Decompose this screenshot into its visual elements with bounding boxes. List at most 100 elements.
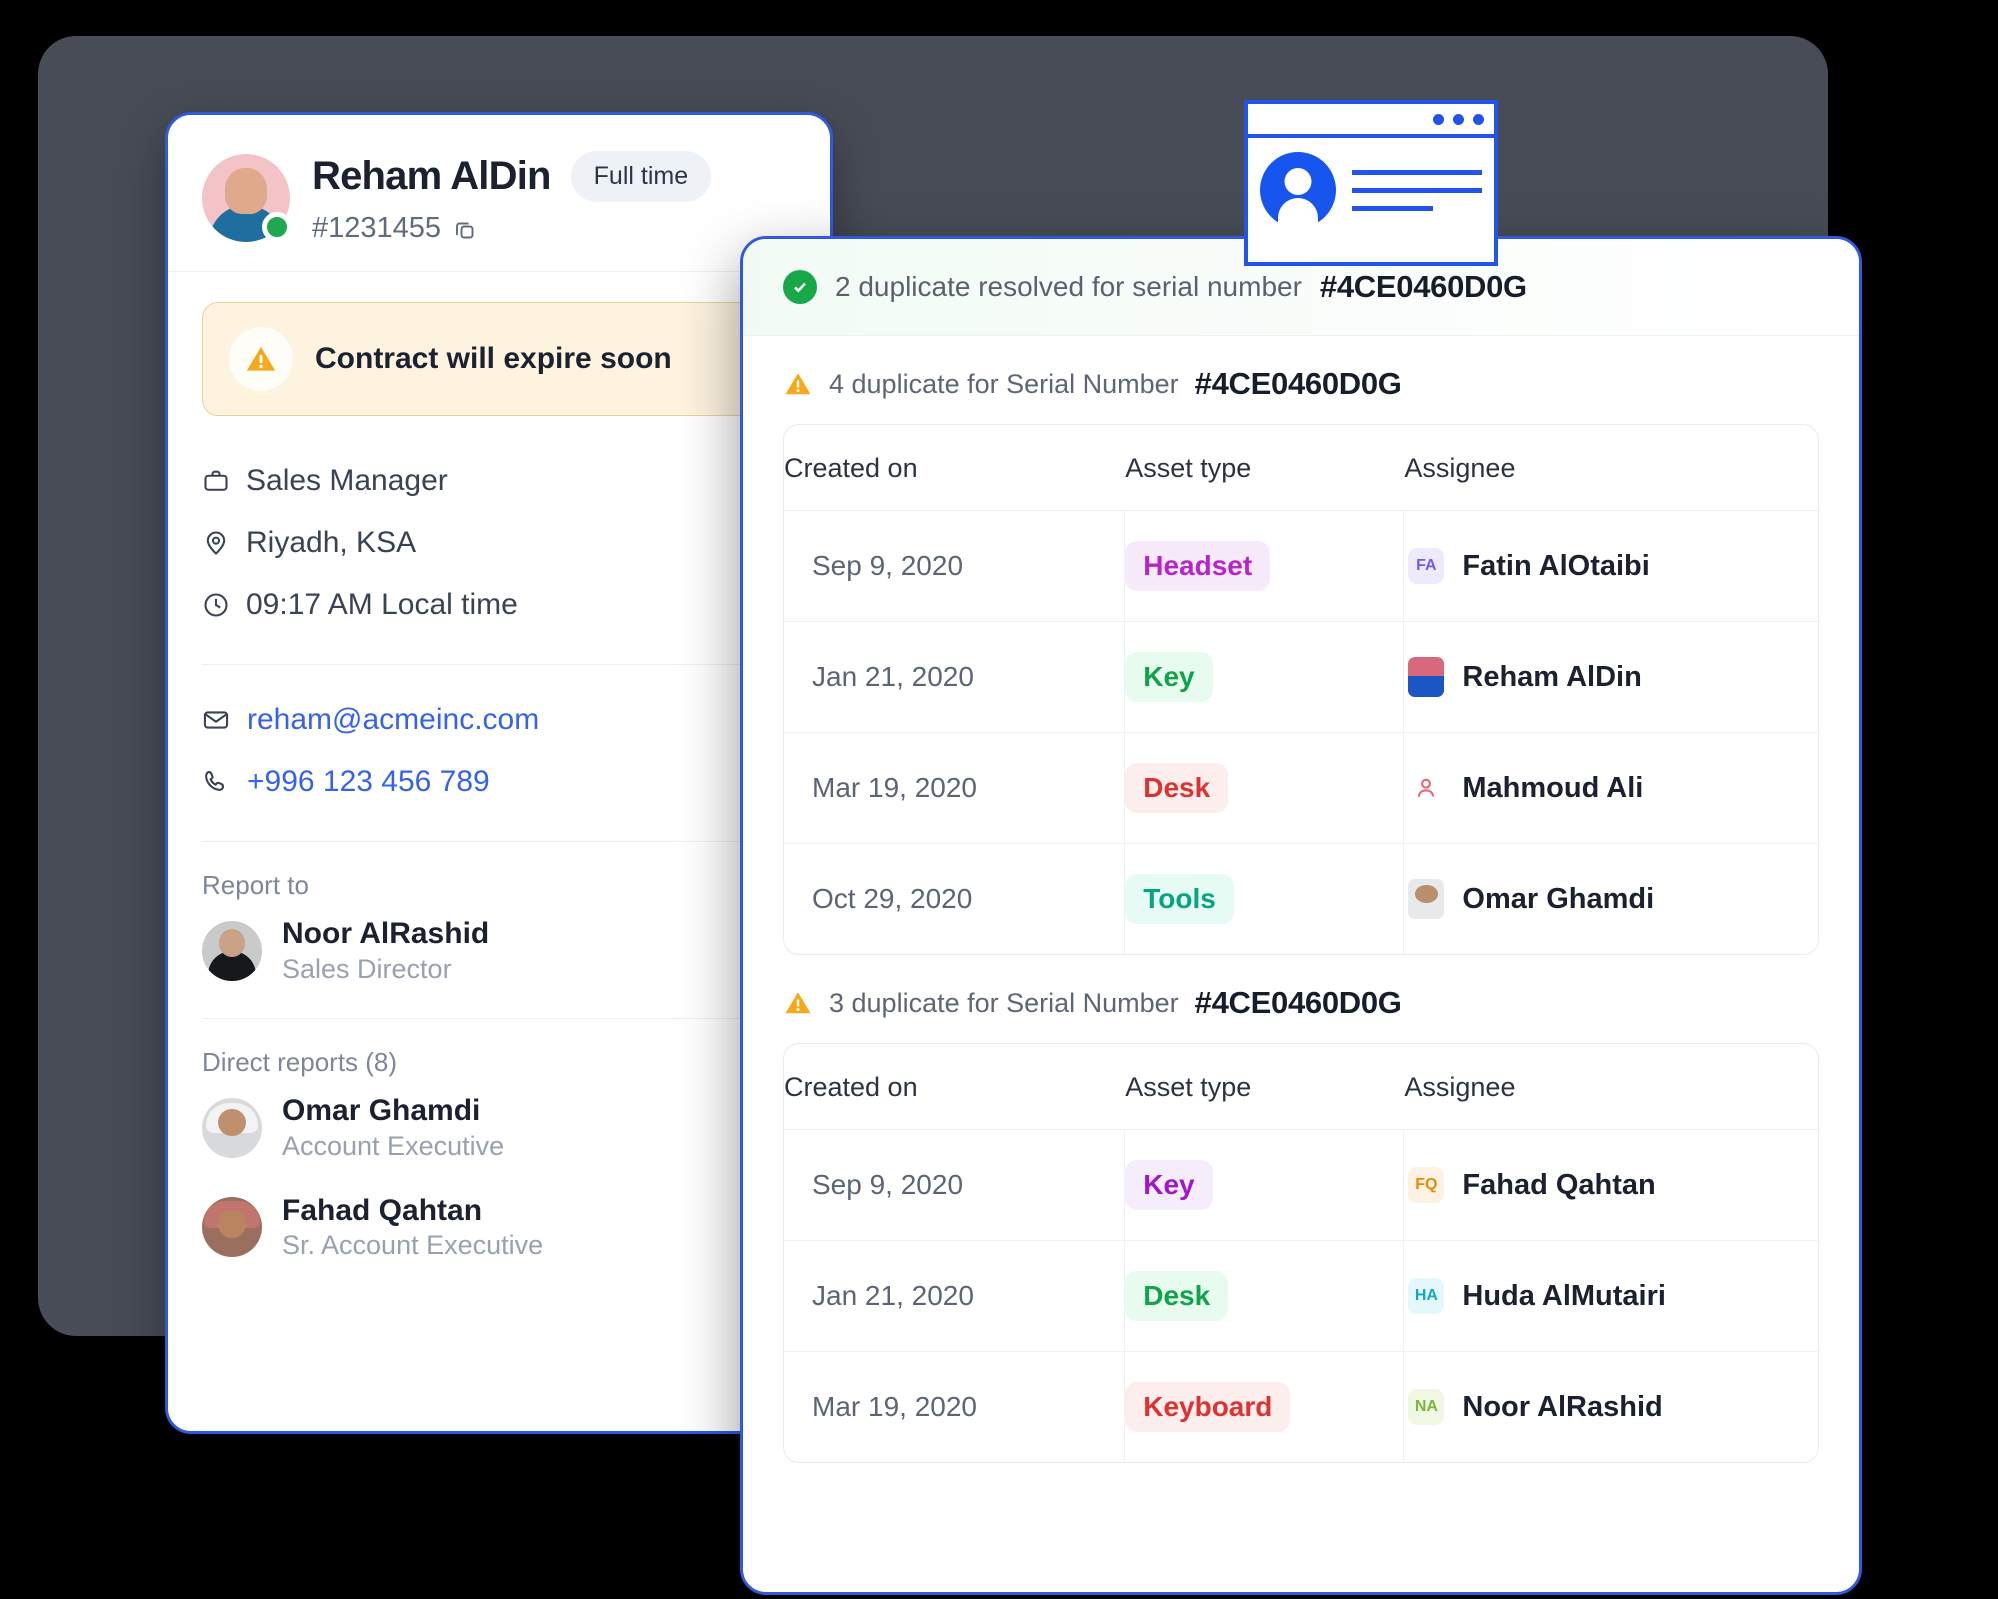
table-header-row: Created on Asset type Assignee	[784, 425, 1818, 511]
divider	[202, 1018, 796, 1020]
table-row[interactable]: Sep 9, 2020 Headset FA Fatin AlOtaibi	[784, 511, 1818, 622]
list-item[interactable]: Fahad Qahtan Sr. Account Executive	[168, 1178, 830, 1277]
window-dot-icon	[1453, 113, 1464, 125]
divider	[202, 841, 796, 842]
manager-avatar	[202, 920, 262, 981]
column-header-assignee: Assignee	[1404, 1072, 1516, 1102]
user-avatar-icon	[1260, 152, 1336, 228]
direct-reports-label: Direct reports (8)	[202, 1047, 398, 1078]
table-row[interactable]: Oct 29, 2020 Tools Omar Ghamdi	[784, 844, 1818, 954]
duplicates-table-2: Created on Asset type Assignee Sep 9, 20…	[783, 1043, 1819, 1463]
employment-type-badge: Full time	[570, 151, 712, 202]
duplicates-table-1: Created on Asset type Assignee Sep 9, 20…	[783, 424, 1819, 955]
cell-created-on: Mar 19, 2020	[784, 733, 1126, 843]
copy-icon[interactable]	[453, 217, 477, 241]
phone-link[interactable]: +996 123 456 789	[202, 751, 796, 813]
cell-assignee: Reham AlDin	[1404, 657, 1642, 697]
assignee-name: Huda AlMutairi	[1462, 1279, 1666, 1312]
cell-assignee: FQ Fahad Qahtan	[1404, 1167, 1656, 1203]
cell-assignee: NA Noor AlRashid	[1404, 1389, 1663, 1425]
avatar-initials: HA	[1408, 1278, 1445, 1314]
employee-id: #1231455	[312, 212, 442, 244]
manager-row[interactable]: Noor AlRashid Sales Director	[168, 901, 830, 1000]
asset-type-badge: Tools	[1125, 874, 1234, 924]
envelope-icon	[202, 706, 230, 734]
duplicate-group-header: 3 duplicate for Serial Number #4CE0460D0…	[743, 955, 1859, 1039]
direct-report-role: Sr. Account Executive	[282, 1230, 544, 1260]
asset-type-badge: Key	[1125, 1160, 1213, 1210]
text-line	[1352, 205, 1433, 211]
cell-created-on: Oct 29, 2020	[784, 844, 1126, 954]
text-line	[1352, 169, 1482, 175]
meta-row-job-title: Sales Manager	[202, 450, 796, 512]
table-header-row: Created on Asset type Assignee	[784, 1044, 1818, 1130]
contract-alert-wrap: Contract will expire soon	[168, 272, 830, 416]
clock-icon	[202, 591, 230, 619]
meta-row-local-time: 09:17 AM Local time	[202, 574, 796, 636]
table-row[interactable]: Jan 21, 2020 Key Reham AlDin	[784, 622, 1818, 733]
warning-triangle-icon	[229, 327, 293, 391]
cell-created-on: Mar 19, 2020	[784, 1352, 1126, 1462]
email-link[interactable]: reham@acmeinc.com	[202, 689, 796, 751]
avatar-initials: FQ	[1408, 1167, 1445, 1203]
duplicate-count-text: 4 duplicate for Serial Number	[829, 368, 1179, 399]
asset-type-badge: Headset	[1125, 541, 1271, 591]
manager-name: Noor AlRashid	[282, 917, 490, 950]
direct-report-avatar	[202, 1097, 262, 1158]
profile-meta-list: Sales Manager Riyadh, KSA 09:17 AM Local…	[168, 416, 830, 646]
resolved-serial-number: #4CE0460D0G	[1319, 269, 1527, 304]
location-pin-icon	[202, 529, 230, 557]
employee-id-row: #1231455	[312, 212, 711, 245]
group-serial-number: #4CE0460D0G	[1194, 366, 1402, 401]
warning-triangle-icon	[783, 369, 813, 399]
assignee-name: Reham AlDin	[1462, 660, 1642, 693]
job-title: Sales Manager	[246, 464, 448, 497]
online-status-dot	[262, 212, 292, 242]
person-icon	[1408, 770, 1444, 806]
list-item[interactable]: Omar Ghamdi Account Executive	[168, 1078, 830, 1177]
assignee-name: Mahmoud Ali	[1462, 771, 1644, 804]
resolved-text: 2 duplicate resolved for serial number	[835, 271, 1302, 302]
window-titlebar	[1248, 104, 1494, 138]
phone-text: +996 123 456 789	[247, 765, 490, 798]
asset-type-badge: Keyboard	[1125, 1382, 1291, 1432]
table-row[interactable]: Mar 19, 2020 Keyboard NA Noor AlRashid	[784, 1352, 1818, 1462]
column-header-asset-type: Asset type	[1125, 1072, 1252, 1102]
assignee-name: Fatin AlOtaibi	[1462, 549, 1650, 582]
profile-header: Reham AlDin Full time #1231455	[168, 115, 830, 272]
table-row[interactable]: Jan 21, 2020 Desk HA Huda AlMutairi	[784, 1241, 1818, 1352]
duplicate-count-text: 3 duplicate for Serial Number	[829, 987, 1179, 1018]
avatar	[202, 154, 292, 242]
location: Riyadh, KSA	[246, 526, 417, 559]
meta-row-location: Riyadh, KSA	[202, 512, 796, 574]
table-row[interactable]: Sep 9, 2020 Key FQ Fahad Qahtan	[784, 1130, 1818, 1241]
asset-type-badge: Desk	[1125, 763, 1229, 813]
browser-window-profile-icon	[1244, 100, 1498, 266]
cell-assignee: FA Fatin AlOtaibi	[1404, 548, 1650, 584]
direct-report-name: Omar Ghamdi	[282, 1094, 481, 1128]
cell-created-on: Jan 21, 2020	[784, 622, 1126, 732]
asset-type-badge: Desk	[1125, 1271, 1229, 1321]
column-header-created-on: Created on	[784, 1072, 918, 1102]
cell-assignee: Omar Ghamdi	[1404, 879, 1654, 919]
window-body	[1248, 138, 1494, 242]
phone-icon	[202, 768, 230, 796]
cell-created-on: Jan 21, 2020	[784, 1241, 1126, 1351]
duplicate-group-header: 4 duplicate for Serial Number #4CE0460D0…	[743, 336, 1859, 420]
warning-triangle-icon	[783, 988, 813, 1018]
cell-assignee: Mahmoud Ali	[1404, 770, 1643, 806]
direct-report-role: Account Executive	[282, 1130, 505, 1161]
cell-created-on: Sep 9, 2020	[784, 1130, 1126, 1240]
window-dot-icon	[1473, 113, 1484, 125]
group-serial-number: #4CE0460D0G	[1194, 985, 1402, 1020]
text-line	[1352, 187, 1482, 193]
email-text: reham@acmeinc.com	[247, 703, 540, 736]
cell-created-on: Sep 9, 2020	[784, 511, 1126, 621]
assignee-name: Fahad Qahtan	[1462, 1168, 1656, 1201]
table-row[interactable]: Mar 19, 2020 Desk Mahmoud Ali	[784, 733, 1818, 844]
assignee-name: Omar Ghamdi	[1462, 882, 1655, 915]
page-title: Reham AlDin	[312, 154, 551, 198]
column-header-asset-type: Asset type	[1125, 453, 1252, 483]
contact-links: reham@acmeinc.com +996 123 456 789	[168, 683, 830, 823]
avatar-initials: NA	[1408, 1389, 1445, 1425]
